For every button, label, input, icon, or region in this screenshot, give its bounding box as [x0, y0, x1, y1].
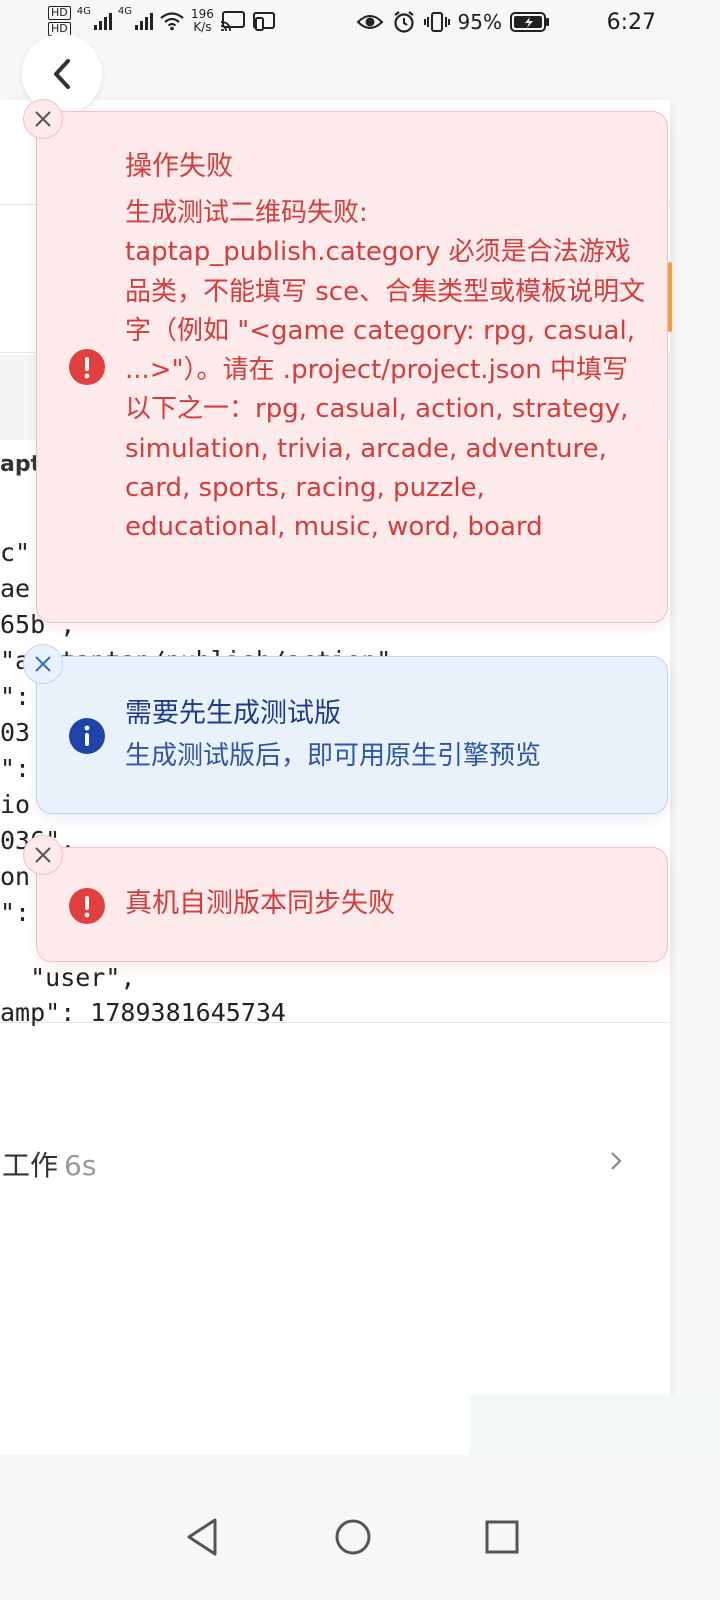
close-icon	[35, 111, 51, 127]
side-backdrop	[670, 100, 720, 1455]
toast-message: 生成测试二维码失败: taptap_publish.category 必须是合法…	[125, 198, 646, 543]
vibrate-icon	[423, 12, 450, 32]
accent-edge	[668, 262, 672, 332]
bottom-backdrop	[0, 1455, 720, 1490]
signal-icon-2	[135, 12, 153, 30]
code-line: "user",	[0, 963, 136, 992]
status-bar: HD HD 4G 4G 196 K/s 95% 6:27	[0, 0, 720, 48]
wifi-icon	[160, 12, 184, 31]
nav-recents-icon[interactable]	[477, 1512, 527, 1562]
code-line: c"	[0, 538, 31, 567]
hd-badge-1: HD	[48, 6, 71, 20]
code-line: ":	[0, 754, 31, 783]
code-line: 03	[0, 718, 31, 747]
work-step-label: 工作 6s	[2, 1144, 96, 1184]
work-step-duration: 6s	[64, 1149, 97, 1182]
close-icon	[35, 847, 51, 863]
toast-title: 真机自测版本同步失败	[125, 888, 395, 919]
navigation-bar	[0, 1490, 720, 1600]
network-speed: 196 K/s	[191, 8, 214, 34]
battery-icon	[510, 12, 549, 32]
error-icon	[69, 349, 105, 385]
signal-icon-1	[93, 12, 112, 30]
close-toast-button[interactable]	[23, 99, 63, 139]
info-toast: 需要先生成测试版 生成测试版后，即可用原生引擎预览	[36, 656, 668, 814]
code-line: amp": 1789381645734	[0, 998, 286, 1027]
info-icon	[69, 718, 105, 754]
toast-title: 需要先生成测试版	[125, 698, 341, 729]
clock: 6:27	[606, 10, 656, 35]
battery-percent: 95%	[457, 10, 502, 34]
network-type-1: 4G	[76, 6, 91, 17]
code-line: ":	[0, 898, 31, 927]
code-line: ae	[0, 574, 31, 603]
chevron-right-icon	[611, 1152, 622, 1170]
hd-badges: HD HD	[48, 6, 71, 36]
close-icon	[35, 656, 51, 672]
nav-home-icon[interactable]	[328, 1512, 378, 1562]
multi-screen-icon	[252, 12, 275, 31]
close-toast-button[interactable]	[23, 835, 63, 875]
network-speed-unit: K/s	[193, 20, 212, 34]
toast-title: 操作失败	[125, 151, 233, 182]
alarm-icon	[393, 11, 414, 33]
status-right-group: 95%	[356, 10, 550, 34]
error-icon	[69, 888, 105, 924]
work-step-title: 工作	[2, 1149, 59, 1182]
app-header	[0, 48, 720, 100]
cast-icon	[220, 11, 245, 32]
work-step-row[interactable]: 工作 6s	[0, 1140, 670, 1190]
toast-message: 生成测试版后，即可用原生引擎预览	[125, 741, 542, 771]
close-toast-button[interactable]	[23, 644, 63, 684]
chevron-left-icon	[54, 59, 70, 89]
error-toast: 真机自测版本同步失败	[36, 847, 668, 962]
network-type-2: 4G	[117, 6, 132, 17]
error-toast: 操作失败 生成测试二维码失败: taptap_publish.category …	[36, 111, 668, 623]
eye-icon	[356, 15, 383, 29]
code-line: ":	[0, 682, 31, 711]
code-line: io	[0, 790, 31, 819]
status-left-group: HD HD 4G 4G 196 K/s	[48, 6, 276, 36]
nav-back-icon[interactable]	[177, 1512, 227, 1562]
